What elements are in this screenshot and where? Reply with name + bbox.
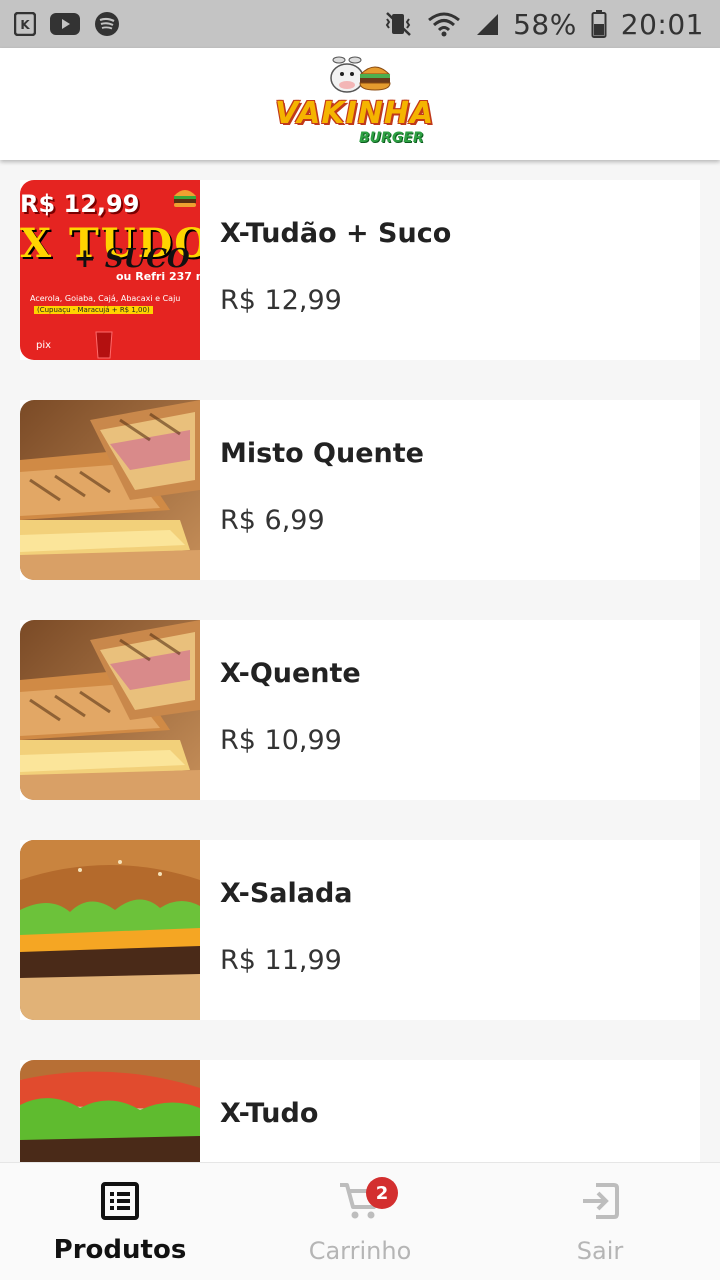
- product-name: X-Salada: [220, 878, 353, 909]
- logo-subtitle: BURGER: [359, 130, 424, 146]
- promo-cup-icon: [95, 331, 113, 359]
- product-name: X-Quente: [220, 658, 361, 689]
- app-logo: VAKINHA BURGER: [275, 54, 445, 154]
- battery-icon: [591, 10, 607, 38]
- nav-label: Sair: [576, 1237, 624, 1265]
- product-price: R$ 10,99: [220, 725, 342, 756]
- status-left: K: [14, 11, 120, 37]
- cart-badge: 2: [366, 1177, 398, 1209]
- exit-icon: [580, 1181, 620, 1225]
- status-right: 58% 20:01: [383, 8, 704, 41]
- svg-text:K: K: [20, 18, 30, 32]
- product-name: X-Tudo: [220, 1098, 319, 1129]
- product-card[interactable]: X-Quente R$ 10,99: [20, 620, 700, 800]
- product-image-promo: R$ 12,99 X TUDO + SUCO ou Refri 237 ml A…: [20, 180, 200, 360]
- product-card[interactable]: Misto Quente R$ 6,99: [20, 400, 700, 580]
- spotify-icon: [94, 11, 120, 37]
- nav-carrinho[interactable]: 2 Carrinho: [240, 1163, 480, 1280]
- nav-produtos[interactable]: Produtos: [0, 1163, 240, 1280]
- product-info: X-Quente R$ 10,99: [200, 620, 361, 800]
- product-image-sandwich: [20, 620, 200, 800]
- product-name: Misto Quente: [220, 438, 424, 469]
- logo-wordmark: VAKINHA: [275, 96, 435, 131]
- product-image-sandwich: [20, 400, 200, 580]
- promo-extra: (Cupuaçu - Maracujá + R$ 1,00): [34, 306, 153, 314]
- app-bar: VAKINHA BURGER: [0, 48, 720, 160]
- product-image-burger: [20, 840, 200, 1020]
- product-price: R$ 12,99: [220, 285, 342, 316]
- product-price: R$ 11,99: [220, 945, 342, 976]
- nav-label: Produtos: [53, 1235, 187, 1265]
- bottom-navigation: Produtos 2 Carrinho Sair: [0, 1162, 720, 1280]
- product-card[interactable]: X-Salada R$ 11,99: [20, 840, 700, 1020]
- list-alt-icon: [100, 1181, 140, 1225]
- product-card[interactable]: R$ 12,99 X TUDO + SUCO ou Refri 237 ml A…: [20, 180, 700, 360]
- signal-icon: [475, 12, 499, 36]
- promo-price: R$ 12,99: [20, 190, 140, 218]
- youtube-icon: [50, 13, 80, 35]
- promo-pix: pix: [36, 340, 52, 351]
- wifi-icon: [427, 11, 461, 37]
- promo-refri: ou Refri 237 ml: [116, 270, 200, 283]
- nav-label: Carrinho: [308, 1237, 412, 1265]
- product-info: Misto Quente R$ 6,99: [200, 400, 424, 580]
- battery-percent: 58%: [513, 7, 577, 41]
- promo-burger-icon: [174, 190, 196, 207]
- vibrate-mute-icon: [383, 11, 413, 37]
- product-name: X-Tudão + Suco: [220, 218, 452, 249]
- clock: 20:01: [620, 7, 704, 41]
- product-info: X-Salada R$ 11,99: [200, 840, 353, 1020]
- promo-flavors: Acerola, Goiaba, Cajá, Abacaxi e Caju: [30, 294, 181, 303]
- k-app-icon: K: [14, 12, 36, 36]
- product-info: X-Tudão + Suco R$ 12,99: [200, 180, 451, 360]
- nav-sair[interactable]: Sair: [480, 1163, 720, 1280]
- status-bar: K 58% 20:01: [0, 0, 720, 48]
- product-price: R$ 6,99: [220, 505, 325, 536]
